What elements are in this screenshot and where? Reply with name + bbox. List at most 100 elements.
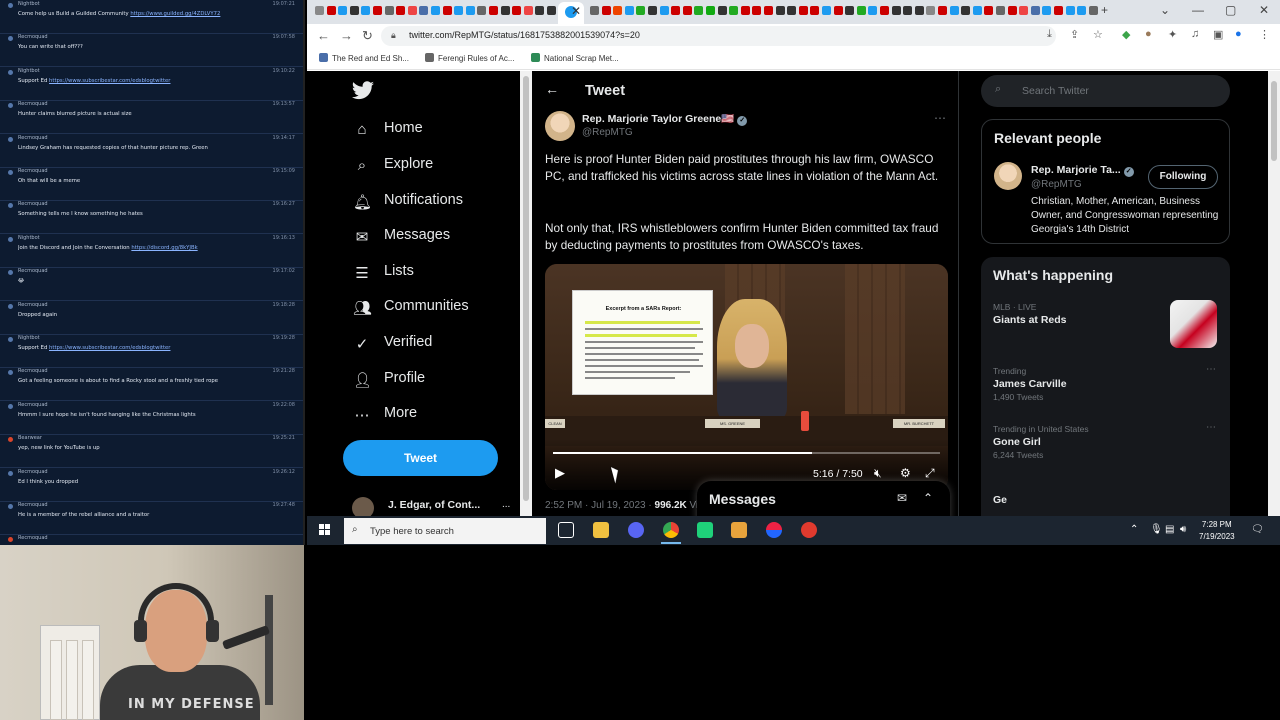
- forward-icon[interactable]: →: [340, 28, 353, 43]
- following-button[interactable]: Following: [1148, 165, 1218, 189]
- scrollbar-thumb[interactable]: [1271, 81, 1277, 161]
- reload-icon[interactable]: ↻: [362, 28, 373, 44]
- tab-favicon-icon[interactable]: [315, 6, 324, 15]
- windows-start-icon[interactable]: [319, 524, 331, 536]
- tab-favicon-icon[interactable]: [682, 6, 692, 15]
- tab-favicon-icon[interactable]: [613, 6, 623, 15]
- obs-recording-icon[interactable]: [801, 522, 817, 538]
- play-icon[interactable]: ▶: [555, 465, 565, 481]
- tab-favicon-icon[interactable]: [1019, 6, 1029, 15]
- tab-favicon-icon[interactable]: [752, 6, 762, 15]
- chat-link[interactable]: https://www.subscribestar.com/edsblogtwi…: [49, 78, 170, 84]
- bookmark-item[interactable]: Ferengi Rules of Ac...: [425, 53, 514, 63]
- avatar[interactable]: [545, 111, 575, 141]
- tab-favicon-icon[interactable]: [454, 6, 464, 15]
- back-icon[interactable]: ←: [317, 28, 330, 43]
- tab-favicon-icon[interactable]: [1088, 6, 1098, 15]
- tab-favicon-icon[interactable]: [1077, 6, 1087, 15]
- tab-favicon-icon[interactable]: [590, 6, 599, 15]
- trend-item[interactable]: Trending James Carville 1,490 Tweets: [993, 366, 1213, 402]
- profile-avatar-icon[interactable]: ●: [1235, 28, 1242, 40]
- tab-favicon-icon[interactable]: [384, 6, 394, 15]
- system-clock[interactable]: 7:28 PM 7/19/2023: [1199, 519, 1235, 543]
- tab-favicon-icon[interactable]: [601, 6, 611, 15]
- tab-favicon-icon[interactable]: [431, 6, 440, 15]
- settings-gear-icon[interactable]: ⚙: [900, 466, 911, 480]
- tab-favicon-icon[interactable]: [880, 6, 889, 15]
- tab-favicon-icon[interactable]: [512, 6, 522, 15]
- tab-favicon-icon[interactable]: [787, 6, 797, 15]
- share-icon[interactable]: ⇪: [1070, 28, 1079, 41]
- tab-favicon-icon[interactable]: [523, 6, 533, 15]
- sidebar-icon[interactable]: ▣: [1213, 28, 1223, 41]
- tab-favicon-icon[interactable]: [477, 6, 487, 15]
- notification-icon[interactable]: 🗨︎: [1251, 524, 1264, 535]
- tab-favicon-icon[interactable]: [349, 6, 359, 15]
- tab-favicon-icon[interactable]: [717, 6, 727, 15]
- tab-favicon-icon[interactable]: [636, 6, 646, 15]
- tab-favicon-icon[interactable]: [798, 6, 808, 15]
- expand-chevron-icon[interactable]: ⌃: [923, 491, 933, 505]
- chevron-down-icon[interactable]: ⌄: [1160, 3, 1170, 17]
- tab-favicon-icon[interactable]: [326, 6, 336, 15]
- tab-favicon-icon[interactable]: [833, 6, 843, 15]
- tab-favicon-icon[interactable]: [1030, 6, 1040, 15]
- tab-favicon-icon[interactable]: [465, 6, 475, 15]
- trend-item[interactable]: Trending in United States Gone Girl 6,24…: [993, 424, 1213, 460]
- tab-favicon-icon[interactable]: [407, 6, 417, 15]
- tray-chevron-icon[interactable]: ⌃: [1130, 524, 1138, 535]
- extension-icon[interactable]: ●: [1145, 28, 1152, 40]
- extension-icon[interactable]: ◆: [1122, 28, 1130, 41]
- tab-favicon-icon[interactable]: [891, 6, 901, 15]
- tab-favicon-icon[interactable]: [442, 6, 452, 15]
- new-message-icon[interactable]: ✉: [897, 491, 907, 505]
- discord-icon[interactable]: [628, 522, 644, 538]
- fullscreen-icon[interactable]: ⤢: [925, 466, 935, 481]
- tab-favicon-icon[interactable]: [949, 6, 959, 15]
- tab-favicon-icon[interactable]: [729, 6, 739, 15]
- person-name[interactable]: Rep. Marjorie Ta... ✓: [1031, 164, 1134, 177]
- task-view-icon[interactable]: [558, 522, 574, 538]
- bookmark-star-icon[interactable]: ☆: [1093, 28, 1103, 41]
- close-window-button[interactable]: ✕: [1259, 3, 1269, 17]
- microphone-icon[interactable]: 🎙︎: [1150, 524, 1163, 535]
- tab-favicon-icon[interactable]: [1042, 6, 1052, 15]
- more-dots-icon[interactable]: ⋯: [1206, 364, 1216, 375]
- search-input[interactable]: ⌕ Search Twitter: [981, 75, 1230, 107]
- tab-favicon-icon[interactable]: [764, 6, 773, 15]
- address-bar[interactable]: 🔒︎ twitter.com/RepMTG/status/16817538820…: [381, 26, 1056, 46]
- tab-favicon-icon[interactable]: [868, 6, 878, 15]
- tab-favicon-icon[interactable]: [706, 6, 715, 15]
- more-dots-icon[interactable]: ⋯: [934, 111, 946, 125]
- author-name[interactable]: Rep. Marjorie Taylor Greene🇺🇸 ✓: [582, 112, 748, 126]
- tab-favicon-icon[interactable]: [938, 6, 947, 15]
- volume-icon[interactable]: 🔊︎: [1180, 524, 1186, 535]
- media-app-icon[interactable]: [731, 522, 747, 538]
- tab-favicon-icon[interactable]: [914, 6, 924, 15]
- tab-favicon-icon[interactable]: [373, 6, 382, 15]
- video-player[interactable]: Excerpt from a SARs Report: CLEAN MS. GR…: [545, 264, 948, 490]
- chat-app-icon[interactable]: [697, 522, 713, 538]
- chrome-icon[interactable]: [663, 522, 679, 538]
- puzzle-icon[interactable]: ✦: [1168, 28, 1177, 41]
- tab-favicon-icon[interactable]: [822, 6, 831, 15]
- tab-favicon-icon[interactable]: [856, 6, 866, 15]
- menu-icon[interactable]: ⋮: [1259, 28, 1270, 41]
- video-progress-bar[interactable]: [553, 452, 940, 454]
- person-handle[interactable]: @RepMTG: [1031, 179, 1082, 190]
- chat-link[interactable]: https://discord.gg/8kYJBk: [131, 245, 197, 251]
- app-icon[interactable]: [766, 522, 782, 538]
- back-arrow-icon[interactable]: ←: [545, 81, 559, 97]
- messages-drawer[interactable]: Messages ✉ ⌃: [697, 481, 950, 521]
- tab-favicon-icon[interactable]: [694, 6, 704, 15]
- tab-favicon-icon[interactable]: [659, 6, 669, 15]
- trend-item[interactable]: MLB · LIVE Giants at Reds: [993, 302, 1213, 326]
- bookmark-item[interactable]: National Scrap Met...: [531, 53, 619, 63]
- more-dots-icon[interactable]: ...: [502, 499, 510, 510]
- bookmark-item[interactable]: The Red and Ed Sh...: [319, 53, 409, 63]
- tab-favicon-icon[interactable]: [338, 6, 348, 15]
- tweet-timestamp[interactable]: 2:52 PM · Jul 19, 2023 ·: [545, 500, 655, 511]
- file-explorer-icon[interactable]: [593, 522, 609, 538]
- media-icon[interactable]: ♫: [1191, 28, 1199, 40]
- tab-favicon-icon[interactable]: [961, 6, 971, 15]
